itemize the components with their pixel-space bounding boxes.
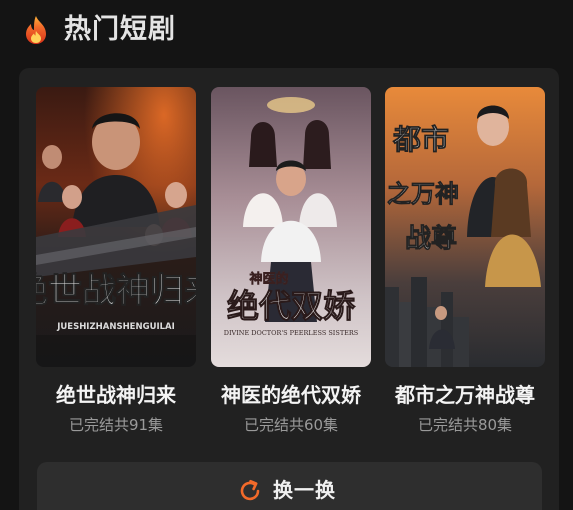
drama-status: 已完结共91集	[68, 416, 164, 434]
poster-title: 都市	[392, 123, 449, 156]
hot-dramas-page: 热门短剧 世战神归 JUESHIZHANSHENGUILAI 绝世战神归来 已完…	[0, 0, 573, 510]
refresh-label: 换一换	[273, 478, 336, 502]
drama-title[interactable]: 绝世战神归来	[26, 382, 206, 408]
refresh-button[interactable]: 换一换	[37, 462, 542, 510]
poster-subtitle: JUESHIZHANSHENGUILAI	[56, 322, 175, 332]
fire-icon	[26, 16, 46, 44]
drama-title[interactable]: 神医的绝代双娇	[201, 382, 381, 408]
drama-card[interactable]: 神医的 绝代双娇 DIVINE DOCTOR'S PEERLESS SISTER…	[211, 87, 371, 434]
drama-status: 已完结共60集	[243, 416, 339, 434]
drama-poster[interactable]: 神医的 绝代双娇 DIVINE DOCTOR'S PEERLESS SISTER…	[211, 87, 371, 367]
poster-title: 绝世战神归来	[36, 271, 196, 311]
drama-title[interactable]: 都市之万神战尊	[375, 382, 555, 408]
refresh-icon	[240, 479, 260, 501]
section-title: 热门短剧	[64, 14, 176, 45]
poster-subtitle: DIVINE DOCTOR'S PEERLESS SISTERS	[224, 329, 359, 337]
poster-title-line3: 战尊	[405, 223, 457, 254]
drama-card[interactable]: 都市 之万神 战尊 都市之万神战尊 已完结共80集	[385, 87, 545, 434]
drama-poster[interactable]: 绝世战神归来 JUESHIZHANSHENGUILAI	[36, 87, 196, 367]
drama-status: 已完结共80集	[417, 416, 513, 434]
poster-title-line2: 之万神	[387, 179, 459, 208]
poster-title: 绝代双娇	[227, 287, 356, 325]
poster-title-top: 神医的	[249, 271, 288, 287]
drama-poster[interactable]: 都市 之万神 战尊	[385, 87, 545, 367]
drama-card[interactable]: 绝世战神归来 JUESHIZHANSHENGUILAI 绝世战神归来 已完结共9…	[36, 87, 196, 434]
section-header: 热门短剧	[0, 0, 573, 60]
